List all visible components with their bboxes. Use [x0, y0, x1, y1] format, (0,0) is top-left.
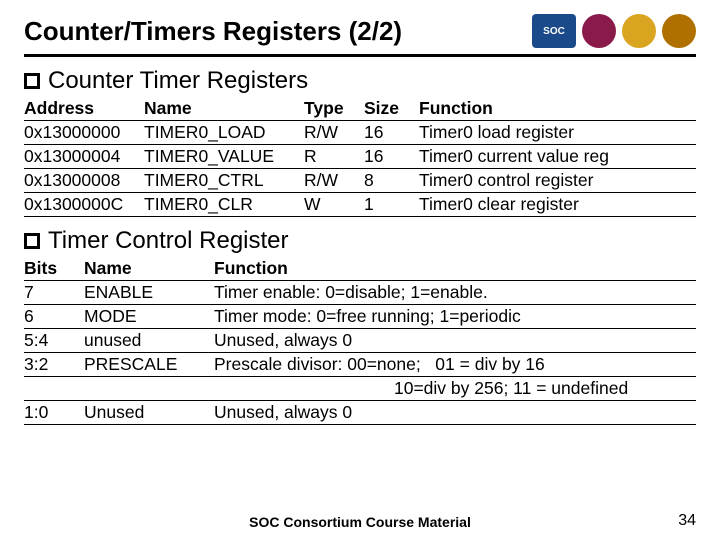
cell: 5:4: [24, 329, 84, 353]
table-row: 6MODETimer mode: 0=free running; 1=perio…: [24, 305, 696, 329]
cell: W: [304, 193, 364, 217]
cell: Timer0 load register: [419, 121, 696, 145]
cell: R: [304, 145, 364, 169]
cell: PRESCALE: [84, 353, 214, 377]
cell: [84, 377, 214, 401]
counter-timer-registers-table: Address Name Type Size Function 0x130000…: [24, 97, 696, 217]
table-row: 3:2PRESCALEPrescale divisor: 00=none; 01…: [24, 353, 696, 377]
cell: 0x13000008: [24, 169, 144, 193]
col-function: Function: [214, 257, 696, 281]
cell: TIMER0_VALUE: [144, 145, 304, 169]
table-row: 1:0UnusedUnused, always 0: [24, 401, 696, 425]
timer-control-register-table: Bits Name Function 7ENABLETimer enable: …: [24, 257, 696, 425]
section-label: Timer Control Register: [48, 227, 289, 255]
col-function: Function: [419, 97, 696, 121]
section-heading: Timer Control Register: [24, 227, 696, 255]
col-name: Name: [144, 97, 304, 121]
page-title: Counter/Timers Registers (2/2): [24, 16, 402, 47]
col-address: Address: [24, 97, 144, 121]
table-row: 5:4unusedUnused, always 0: [24, 329, 696, 353]
table-header-row: Bits Name Function: [24, 257, 696, 281]
cell: 8: [364, 169, 419, 193]
footer-text: SOC Consortium Course Material: [0, 514, 720, 530]
cell: 0x1300000C: [24, 193, 144, 217]
logo-group: SOC: [532, 14, 696, 48]
soc-logo-icon: SOC: [532, 14, 576, 48]
cell: Prescale divisor: 00=none; 01 = div by 1…: [214, 353, 696, 377]
emblem-icon: [622, 14, 656, 48]
cell: Timer0 clear register: [419, 193, 696, 217]
cell: 1:0: [24, 401, 84, 425]
cell: Timer mode: 0=free running; 1=periodic: [214, 305, 696, 329]
cell: Timer enable: 0=disable; 1=enable.: [214, 281, 696, 305]
cell: 6: [24, 305, 84, 329]
cell: 7: [24, 281, 84, 305]
square-bullet-icon: [24, 73, 40, 89]
title-bar: Counter/Timers Registers (2/2) SOC: [24, 14, 696, 57]
col-type: Type: [304, 97, 364, 121]
cell: ENABLE: [84, 281, 214, 305]
cell: [24, 377, 84, 401]
cell: 0x13000000: [24, 121, 144, 145]
table-row: 7ENABLETimer enable: 0=disable; 1=enable…: [24, 281, 696, 305]
cell: TIMER0_LOAD: [144, 121, 304, 145]
table-row: 10=div by 256; 11 = undefined: [24, 377, 696, 401]
cell: Unused, always 0: [214, 329, 696, 353]
cell: Timer0 current value reg: [419, 145, 696, 169]
table-row: 0x13000004TIMER0_VALUER16Timer0 current …: [24, 145, 696, 169]
cell: 16: [364, 121, 419, 145]
col-name: Name: [84, 257, 214, 281]
cell: R/W: [304, 121, 364, 145]
cell: 10=div by 256; 11 = undefined: [214, 377, 696, 401]
cell: Timer0 control register: [419, 169, 696, 193]
cell: Unused, always 0: [214, 401, 696, 425]
cell: MODE: [84, 305, 214, 329]
table-row: 0x13000000TIMER0_LOADR/W16Timer0 load re…: [24, 121, 696, 145]
col-bits: Bits: [24, 257, 84, 281]
cell: 3:2: [24, 353, 84, 377]
section-heading: Counter Timer Registers: [24, 67, 696, 95]
cell: 16: [364, 145, 419, 169]
col-size: Size: [364, 97, 419, 121]
cell: Unused: [84, 401, 214, 425]
page-number: 34: [678, 512, 696, 530]
cell: unused: [84, 329, 214, 353]
square-bullet-icon: [24, 233, 40, 249]
cell: TIMER0_CLR: [144, 193, 304, 217]
table-row: 0x13000008TIMER0_CTRLR/W8Timer0 control …: [24, 169, 696, 193]
section-label: Counter Timer Registers: [48, 67, 308, 95]
emblem-icon: [582, 14, 616, 48]
cell: R/W: [304, 169, 364, 193]
emblem-icon: [662, 14, 696, 48]
table-row: 0x1300000CTIMER0_CLRW1Timer0 clear regis…: [24, 193, 696, 217]
cell: TIMER0_CTRL: [144, 169, 304, 193]
table-header-row: Address Name Type Size Function: [24, 97, 696, 121]
cell: 1: [364, 193, 419, 217]
cell: 0x13000004: [24, 145, 144, 169]
